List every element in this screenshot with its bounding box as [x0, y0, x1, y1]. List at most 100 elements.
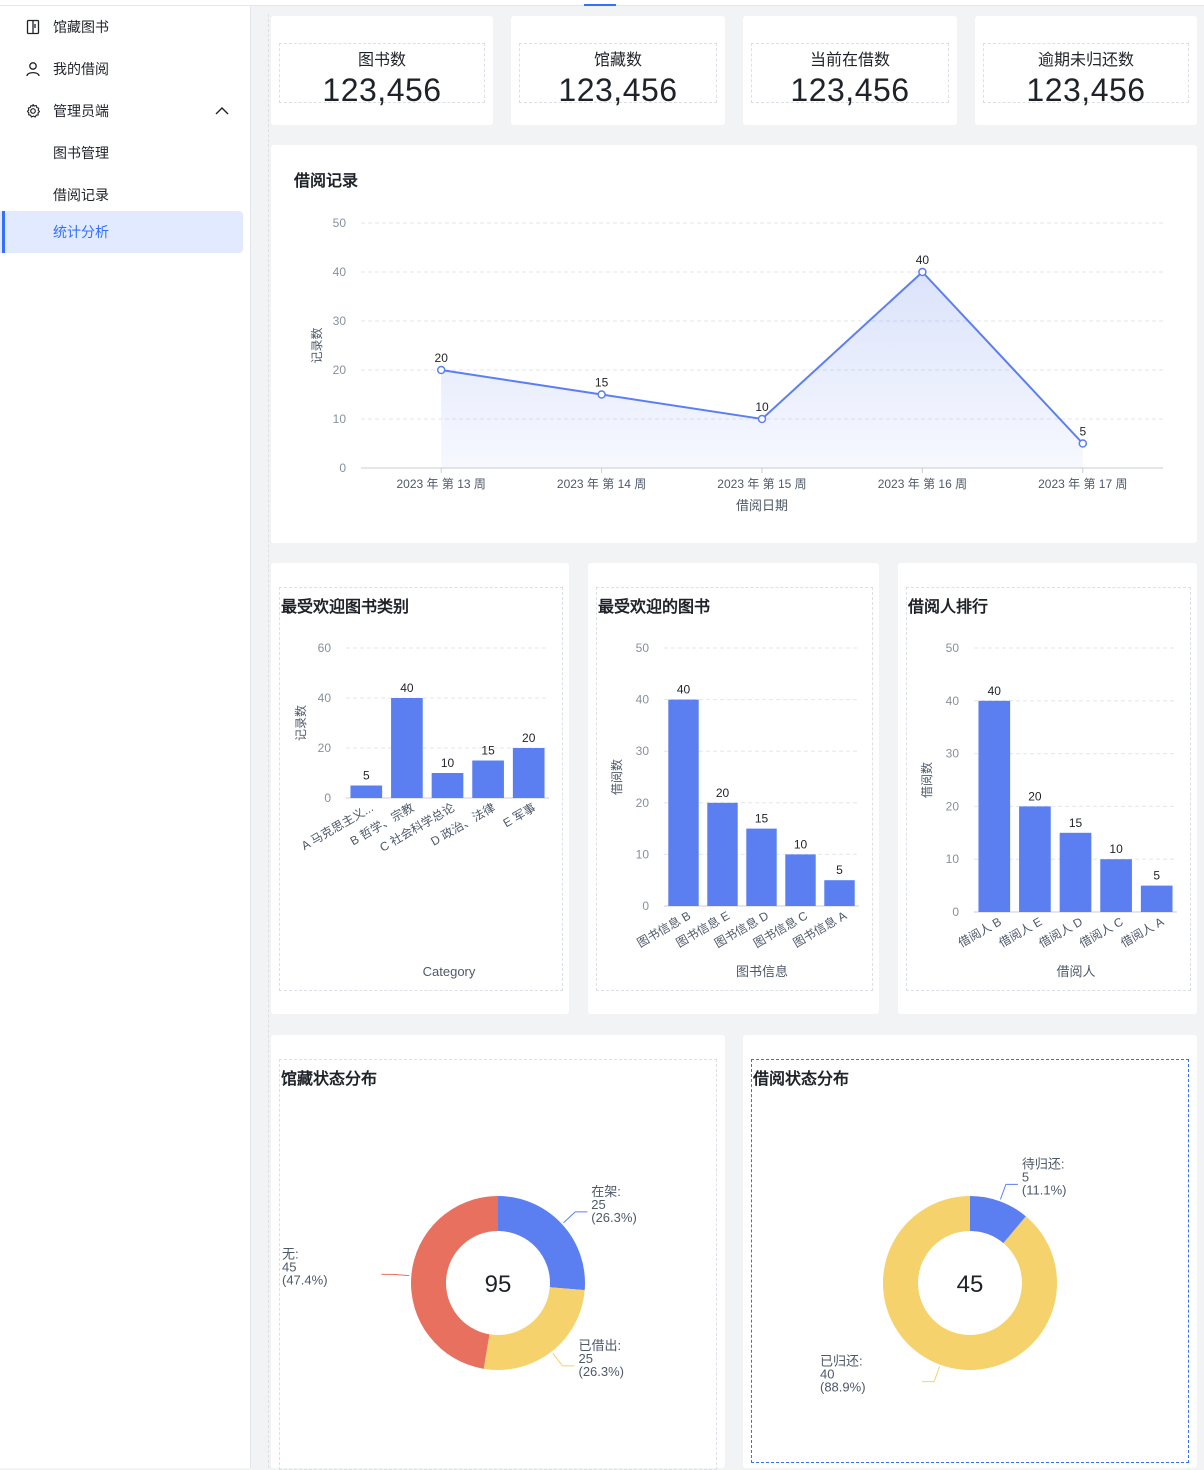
- sidebar-item-label: 借阅记录: [53, 187, 109, 203]
- bar: [707, 802, 738, 906]
- bar: [391, 698, 423, 798]
- slice-label-percent: (11.1%): [1022, 1182, 1067, 1197]
- y-tick-label: 10: [333, 412, 347, 426]
- x-tick-label: E 军事: [501, 800, 539, 830]
- stat-card-overdue: 逾期未归还数 123,456: [975, 16, 1197, 125]
- stat-title: 馆藏数: [593, 52, 642, 69]
- x-tick-label: 借阅人 A: [1118, 914, 1166, 950]
- label-leader-line: [552, 1352, 575, 1367]
- y-tick-label: 0: [339, 461, 346, 475]
- gear-icon: [26, 103, 41, 118]
- y-tick-label: 40: [318, 691, 332, 705]
- data-label: 20: [435, 351, 449, 365]
- data-label: 20: [716, 786, 730, 800]
- x-axis-label: 图书信息: [736, 964, 788, 979]
- slice-label-percent: (26.3%): [578, 1364, 624, 1379]
- borrower-ranking-bar-chart: 0 10 20 30 40 50 40 借阅人 B 20 借阅人 E 15 借阅人 D 10 借阅人 C 5…: [919, 641, 1177, 979]
- sidebar-item-admin[interactable]: 管理员端: [0, 90, 243, 132]
- stat-title: 逾期未归还数: [1037, 52, 1134, 69]
- y-tick-label: 50: [636, 641, 650, 655]
- x-axis-label: Category: [423, 964, 476, 979]
- user-icon: [26, 62, 40, 77]
- y-tick-label: 20: [333, 363, 347, 377]
- y-tick-label: 50: [946, 641, 960, 655]
- y-tick-label: 40: [636, 693, 650, 707]
- sidebar-item-collection[interactable]: 馆藏图书: [0, 6, 243, 48]
- stat-value: 123,456: [322, 72, 442, 108]
- y-tick-label: 50: [333, 216, 347, 230]
- bar: [350, 785, 383, 798]
- bar: [512, 748, 545, 798]
- stat-value: 123,456: [1026, 72, 1146, 108]
- y-tick-label: 0: [952, 905, 959, 919]
- top-bar-indicator: [584, 4, 616, 6]
- x-tick-label: 2023 年 第 14 周: [557, 477, 646, 491]
- y-tick-label: 0: [642, 899, 649, 913]
- data-label: 10: [441, 756, 455, 770]
- sidebar-item-borrow-records[interactable]: 借阅记录: [0, 174, 243, 216]
- bar: [1100, 859, 1132, 912]
- borrow-status-panel[interactable]: 借阅状态分布 待归还: 5 (11.1%) 已归还: 40 (88.9%) 45: [743, 1035, 1197, 1468]
- data-label: 5: [1079, 425, 1086, 439]
- data-point: [1078, 439, 1088, 448]
- donut-total: 45: [957, 1271, 984, 1298]
- sidebar-item-book-management[interactable]: 图书管理: [0, 132, 243, 174]
- book-icon: [26, 19, 40, 35]
- stat-card-borrowing: 当前在借数 123,456: [743, 16, 957, 125]
- sidebar-item-statistics[interactable]: 统计分析: [0, 211, 243, 253]
- borrow-records-panel: 借阅记录 0 10 20 30 40 50 20 2023 年 第 13 周 15 2023 年 …: [271, 145, 1197, 543]
- y-tick-label: 30: [636, 744, 650, 758]
- data-point: [597, 390, 606, 399]
- y-tick-label: 60: [318, 641, 332, 655]
- popular-books-bar-chart: 0102030405040图书信息 B20图书信息 E15图书信息 D10图书信…: [609, 641, 859, 979]
- y-tick-label: 30: [333, 314, 347, 328]
- data-label: 15: [1069, 816, 1083, 830]
- y-tick-label: 10: [946, 852, 960, 866]
- data-label: 40: [988, 684, 1002, 698]
- bar: [1140, 885, 1173, 912]
- stat-value: 123,456: [790, 72, 910, 108]
- y-tick-label: 20: [636, 796, 650, 810]
- x-tick-label: 借阅人 E: [996, 914, 1044, 950]
- x-tick-label: 借阅人 D: [1036, 914, 1085, 950]
- x-axis-label: 借阅日期: [736, 498, 788, 513]
- x-tick-label: 借阅人 B: [956, 914, 1004, 950]
- data-label: 10: [1109, 842, 1123, 856]
- x-tick-label: 2023 年 第 13 周: [397, 477, 486, 491]
- stat-title: 当前在借数: [809, 52, 890, 69]
- data-label: 10: [794, 837, 808, 851]
- label-leader-line: [999, 1183, 1018, 1200]
- sidebar-item-label: 统计分析: [53, 224, 109, 240]
- data-label: 5: [1153, 869, 1160, 883]
- sidebar-item-my-borrow[interactable]: 我的借阅: [0, 48, 243, 90]
- x-tick-label: 2023 年 第 15 周: [717, 477, 806, 491]
- data-label: 40: [916, 253, 930, 267]
- stat-title: 图书数: [357, 52, 406, 69]
- label-leader-line: [381, 1273, 410, 1277]
- data-label: 15: [595, 376, 609, 390]
- label-leader-line: [563, 1211, 588, 1224]
- x-tick-label: 2023 年 第 17 周: [1038, 477, 1127, 491]
- y-tick-label: 40: [946, 694, 960, 708]
- data-label: 15: [755, 812, 769, 826]
- chevron-up-icon[interactable]: [214, 103, 230, 119]
- bar: [1059, 832, 1092, 912]
- x-axis-label: 借阅人: [1056, 964, 1095, 979]
- data-label: 15: [481, 744, 495, 758]
- collection-status-donut: 在架:25(26.3%)已借出:25(26.3%)无:45(47.4%) 95: [282, 1184, 637, 1379]
- bar: [785, 854, 816, 906]
- data-point: [918, 267, 927, 277]
- sidebar-item-label: 图书管理: [53, 145, 109, 161]
- y-axis-label: 记录数: [293, 705, 308, 741]
- bar: [431, 773, 464, 798]
- x-tick-label: 2023 年 第 16 周: [878, 477, 967, 491]
- data-label: 5: [836, 863, 843, 877]
- data-label: 40: [400, 681, 414, 695]
- data-label: 10: [755, 400, 769, 414]
- sidebar-item-label: 管理员端: [53, 103, 109, 119]
- y-axis-label: 借阅数: [919, 762, 934, 798]
- data-point: [436, 365, 446, 375]
- bar: [472, 760, 504, 798]
- bar: [978, 700, 1011, 912]
- y-tick-label: 20: [318, 741, 332, 755]
